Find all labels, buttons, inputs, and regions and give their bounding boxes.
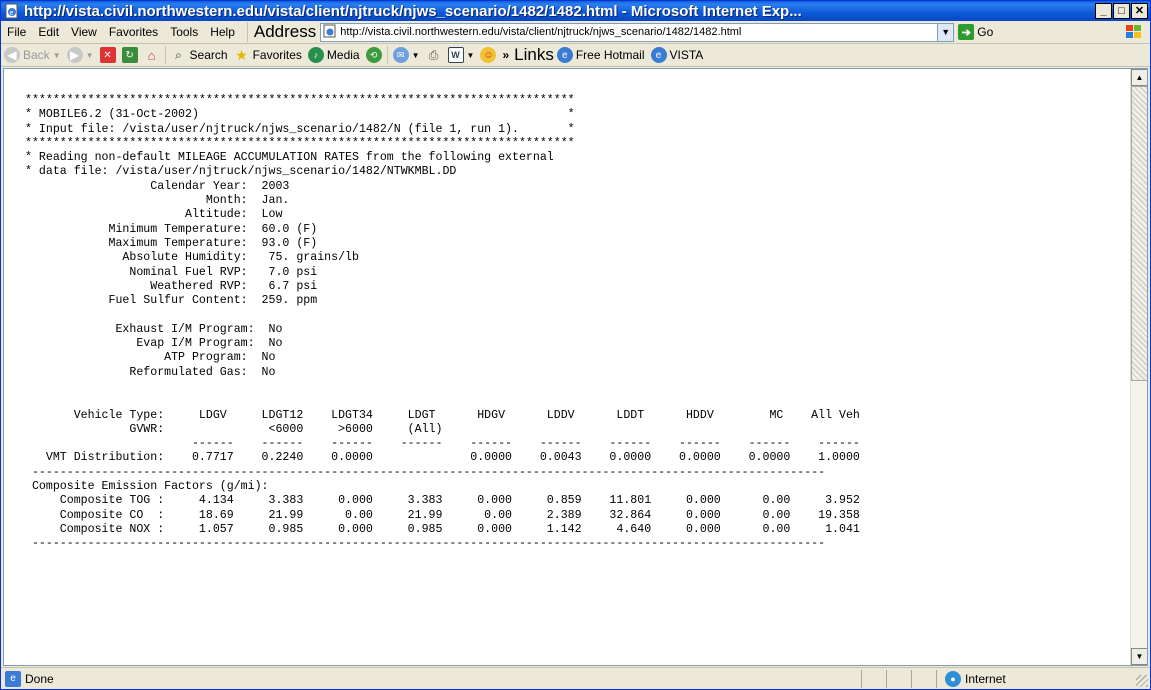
home-button[interactable]: ⌂ — [141, 47, 163, 63]
mail-button[interactable]: ✉ ▼ — [390, 47, 423, 63]
menu-bar: File Edit View Favorites Tools Help Addr… — [1, 21, 1150, 44]
back-dropdown-icon[interactable]: ▼ — [53, 51, 61, 60]
search-button[interactable]: ⌕ Search — [168, 47, 231, 63]
media-label: Media — [326, 48, 360, 62]
scroll-up-icon[interactable]: ▲ — [1131, 69, 1147, 86]
window-title: http://vista.civil.northwestern.edu/vist… — [24, 2, 802, 20]
internet-globe-icon: ● — [945, 670, 961, 687]
browser-window: e http://vista.civil.northwestern.edu/vi… — [0, 0, 1151, 690]
favorites-label: Favorites — [252, 48, 302, 62]
history-button[interactable]: ⟲ — [363, 47, 385, 63]
menu-view[interactable]: View — [65, 25, 103, 39]
address-input[interactable]: http://vista.civil.northwestern.edu/vist… — [320, 22, 939, 42]
ie-link-icon: e — [556, 47, 573, 63]
toolbar-separator — [164, 46, 166, 64]
back-button[interactable]: ◀ Back ▼ — [1, 47, 64, 63]
back-arrow-icon: ◀ — [4, 47, 20, 63]
page-done-icon: e — [5, 670, 21, 687]
status-cell — [886, 669, 911, 688]
vertical-scrollbar[interactable]: ▲ ▼ — [1130, 69, 1147, 665]
security-zone: ● Internet — [936, 669, 1136, 688]
mail-icon: ✉ — [392, 47, 409, 63]
search-icon: ⌕ — [175, 47, 182, 62]
status-text: Done — [25, 671, 54, 686]
messenger-icon: ☺ — [480, 47, 497, 63]
menu-favorites[interactable]: Favorites — [103, 25, 164, 39]
address-label: Address — [246, 22, 316, 42]
title-bar[interactable]: e http://vista.civil.northwestern.edu/vi… — [1, 1, 1150, 21]
mail-dropdown-icon[interactable]: ▼ — [412, 51, 420, 60]
edit-dropdown-icon[interactable]: ▼ — [467, 51, 475, 60]
menu-tools[interactable]: Tools — [164, 25, 204, 39]
media-button[interactable]: ♪ Media — [305, 47, 363, 63]
ie-link-icon: e — [650, 47, 667, 63]
forward-dropdown-icon[interactable]: ▼ — [86, 51, 94, 60]
menu-help[interactable]: Help — [204, 25, 241, 39]
page-icon — [323, 24, 337, 41]
back-label: Back — [23, 48, 50, 62]
home-icon: ⌂ — [147, 47, 156, 63]
link-free-hotmail-label: Free Hotmail — [575, 48, 645, 62]
status-bar: e Done ● Internet — [1, 667, 1150, 689]
mobile6-report-text: ****************************************… — [25, 94, 860, 551]
close-button[interactable]: ✕ — [1131, 3, 1148, 19]
print-button[interactable]: ⎙ — [423, 47, 445, 63]
go-label: Go — [977, 25, 994, 39]
menu-edit[interactable]: Edit — [32, 25, 65, 39]
toolbar: ◀ Back ▼ ▶ ▼ ✕ ↻ ⌂ ⌕ Search ★ Favorites … — [1, 44, 1150, 67]
ie-page-icon: e — [4, 3, 20, 19]
link-free-hotmail[interactable]: e Free Hotmail — [554, 47, 648, 63]
word-edit-icon: W — [447, 47, 464, 63]
forward-button[interactable]: ▶ ▼ — [64, 47, 97, 63]
status-cell — [911, 669, 936, 688]
toolbar-separator — [386, 46, 388, 64]
page-content: ****************************************… — [3, 68, 1148, 666]
media-icon: ♪ — [307, 47, 324, 63]
address-dropdown-icon[interactable]: ▼ — [938, 22, 955, 42]
favorites-star-icon: ★ — [235, 46, 248, 63]
link-vista[interactable]: e VISTA — [648, 47, 707, 63]
svg-text:e: e — [10, 10, 14, 17]
refresh-button[interactable]: ↻ — [119, 47, 141, 63]
search-label: Search — [189, 48, 228, 62]
maximize-button[interactable]: □ — [1113, 3, 1130, 19]
menu-file[interactable]: File — [1, 25, 32, 39]
toolbar-overflow-chevron[interactable]: » — [499, 48, 512, 62]
go-arrow-icon: ➔ — [958, 24, 975, 40]
edit-button[interactable]: W ▼ — [445, 47, 478, 63]
windows-flag-icon — [1124, 23, 1144, 41]
history-icon: ⟲ — [365, 47, 382, 63]
scroll-thumb[interactable] — [1131, 86, 1147, 381]
zone-label: Internet — [965, 671, 1006, 686]
print-icon: ⎙ — [428, 47, 439, 62]
links-label: Links — [514, 45, 554, 64]
stop-button[interactable]: ✕ — [97, 47, 119, 63]
minimize-button[interactable]: _ — [1095, 3, 1112, 19]
forward-arrow-icon: ▶ — [66, 47, 83, 63]
address-value: http://vista.civil.northwestern.edu/vist… — [340, 26, 742, 38]
go-button[interactable]: ➔ Go — [958, 24, 993, 40]
messenger-button[interactable]: ☺ — [477, 47, 499, 63]
refresh-icon: ↻ — [121, 47, 138, 63]
stop-icon: ✕ — [99, 47, 116, 63]
favorites-button[interactable]: ★ Favorites — [231, 47, 305, 63]
scroll-down-icon[interactable]: ▼ — [1131, 648, 1147, 665]
status-cell — [861, 669, 886, 688]
resize-grip[interactable] — [1136, 675, 1148, 687]
link-vista-label: VISTA — [669, 48, 704, 62]
